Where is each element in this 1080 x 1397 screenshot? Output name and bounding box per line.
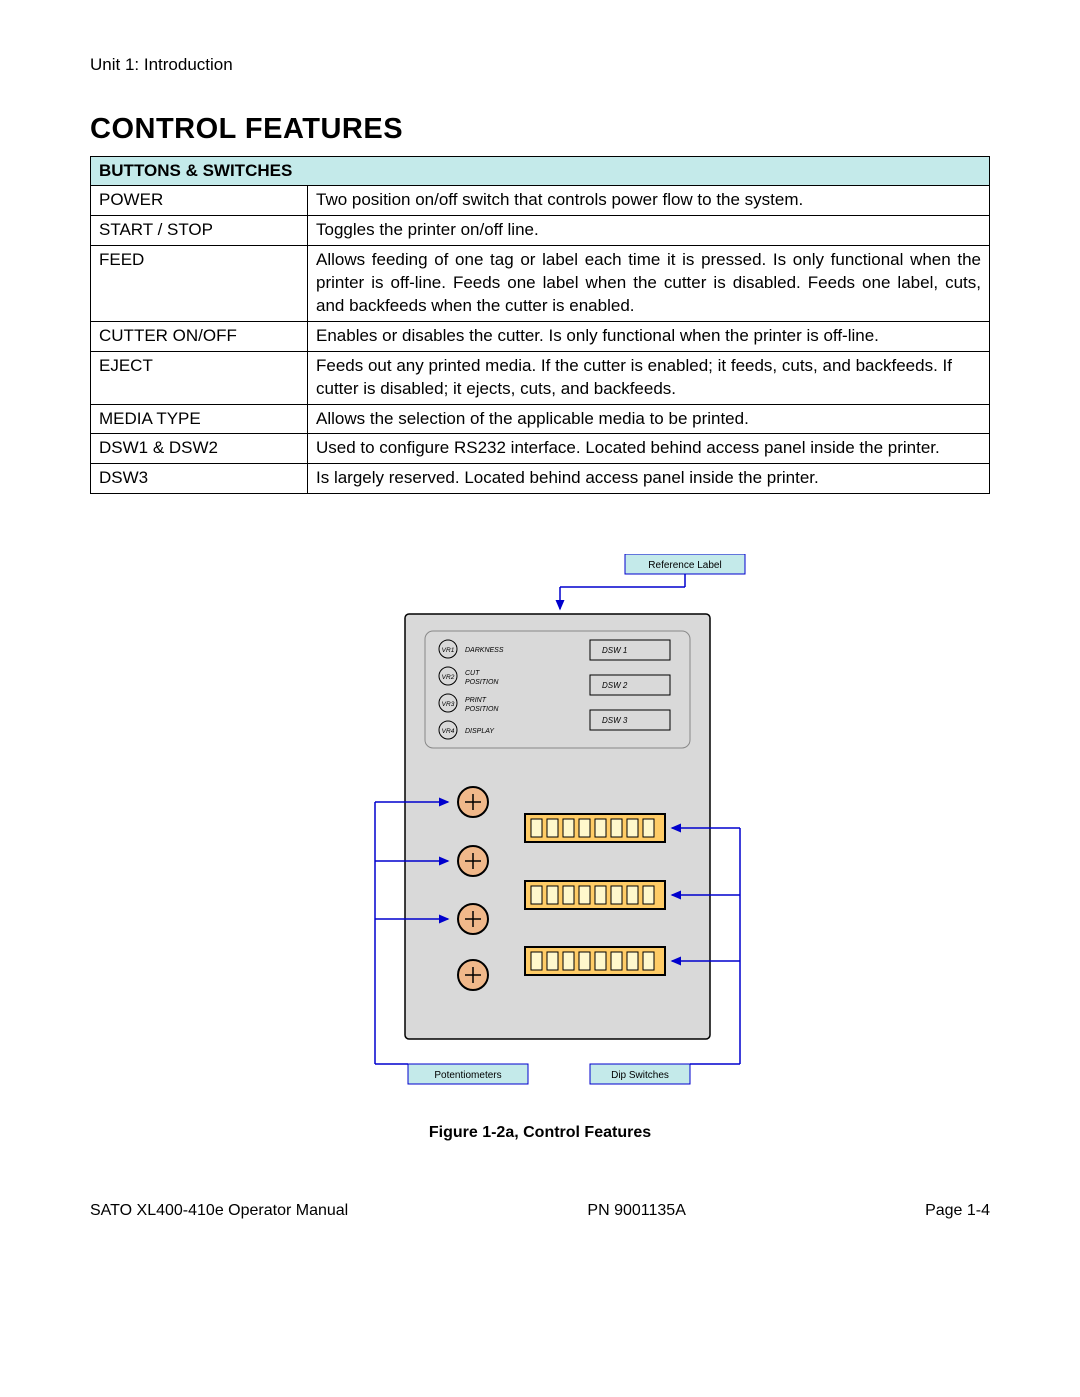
dip-switch-slot [579, 952, 590, 970]
table-row: DSW3Is largely reserved. Located behind … [91, 464, 990, 494]
dip-switch-slot [595, 819, 606, 837]
page-footer: SATO XL400-410e Operator Manual PN 90011… [90, 1202, 990, 1220]
dip-switches-label-text: Dip Switches [611, 1070, 669, 1081]
vr-tag: VR1 [442, 647, 455, 654]
dip-switch-slot [611, 886, 622, 904]
unit-header: Unit 1: Introduction [90, 55, 990, 75]
dip-switch-slot [547, 952, 558, 970]
page-title: CONTROL FEATURES [90, 113, 990, 146]
table-row: POWERTwo position on/off switch that con… [91, 186, 990, 216]
dip-switch-slot [643, 952, 654, 970]
dip-switch-slot [643, 886, 654, 904]
row-name: POWER [91, 186, 308, 216]
dip-switch-slot [531, 952, 542, 970]
dip-switch-slot [531, 886, 542, 904]
row-desc: Toggles the printer on/off line. [308, 215, 990, 245]
row-name: CUTTER ON/OFF [91, 321, 308, 351]
footer-center: PN 9001135A [587, 1202, 685, 1220]
dip-switch-slot [547, 886, 558, 904]
row-desc: Enables or disables the cutter. Is only … [308, 321, 990, 351]
row-desc: Allows the selection of the applicable m… [308, 404, 990, 434]
row-desc: Feeds out any printed media. If the cutt… [308, 351, 990, 404]
table-row: DSW1 & DSW2Used to configure RS232 inter… [91, 434, 990, 464]
row-desc: Used to configure RS232 interface. Locat… [308, 434, 990, 464]
dip-switch-slot [627, 819, 638, 837]
footer-left: SATO XL400-410e Operator Manual [90, 1202, 348, 1220]
footer-right: Page 1-4 [925, 1202, 990, 1220]
row-name: DSW1 & DSW2 [91, 434, 308, 464]
dip-switch-slot [643, 819, 654, 837]
row-name: START / STOP [91, 215, 308, 245]
row-name: EJECT [91, 351, 308, 404]
row-desc: Allows feeding of one tag or label each … [308, 245, 990, 321]
table-header: BUTTONS & SWITCHES [91, 157, 990, 186]
dip-switch-slot [531, 819, 542, 837]
row-name: MEDIA TYPE [91, 404, 308, 434]
dip-switch-slot [595, 952, 606, 970]
potentiometers-label-text: Potentiometers [434, 1070, 501, 1081]
vr-label: DISPLAY [465, 728, 495, 735]
dip-switch-slot [611, 952, 622, 970]
dip-switch-slot [563, 886, 574, 904]
vr-label: POSITION [465, 679, 499, 686]
row-desc: Is largely reserved. Located behind acce… [308, 464, 990, 494]
row-desc: Two position on/off switch that controls… [308, 186, 990, 216]
vr-tag: VR3 [442, 701, 455, 708]
figure-caption: Figure 1-2a, Control Features [90, 1124, 990, 1142]
dsw-label: DSW 2 [602, 681, 628, 690]
dip-switch-slot [547, 819, 558, 837]
table-row: EJECTFeeds out any printed media. If the… [91, 351, 990, 404]
control-panel-diagram: Reference Label VR1 DARKNESS VR2 CUT POSITIO… [290, 554, 790, 1089]
dsw-label: DSW 1 [602, 646, 627, 655]
vr-tag: VR2 [442, 674, 455, 681]
figure-diagram: Reference Label VR1 DARKNESS VR2 CUT POSITIO… [90, 554, 990, 1142]
table-row: MEDIA TYPEAllows the selection of the ap… [91, 404, 990, 434]
dip-switch-slot [579, 886, 590, 904]
table-row: START / STOPToggles the printer on/off l… [91, 215, 990, 245]
dip-switch-slot [627, 952, 638, 970]
table-row: FEEDAllows feeding of one tag or label e… [91, 245, 990, 321]
dip-switch-slot [563, 952, 574, 970]
dip-switch-slot [563, 819, 574, 837]
dip-switch-slot [611, 819, 622, 837]
vr-label: PRINT [465, 697, 487, 704]
buttons-switches-table: BUTTONS & SWITCHES POWERTwo position on/… [90, 156, 990, 494]
reference-label-text: Reference Label [648, 560, 721, 571]
dip-switch-slot [595, 886, 606, 904]
vr-tag: VR4 [442, 728, 455, 735]
dsw-label: DSW 3 [602, 716, 628, 725]
vr-label: POSITION [465, 706, 499, 713]
dip-switch-slot [579, 819, 590, 837]
dip-switch-slot [627, 886, 638, 904]
row-name: DSW3 [91, 464, 308, 494]
vr-label: DARKNESS [465, 647, 504, 654]
vr-label: CUT [465, 670, 480, 677]
table-row: CUTTER ON/OFFEnables or disables the cut… [91, 321, 990, 351]
row-name: FEED [91, 245, 308, 321]
